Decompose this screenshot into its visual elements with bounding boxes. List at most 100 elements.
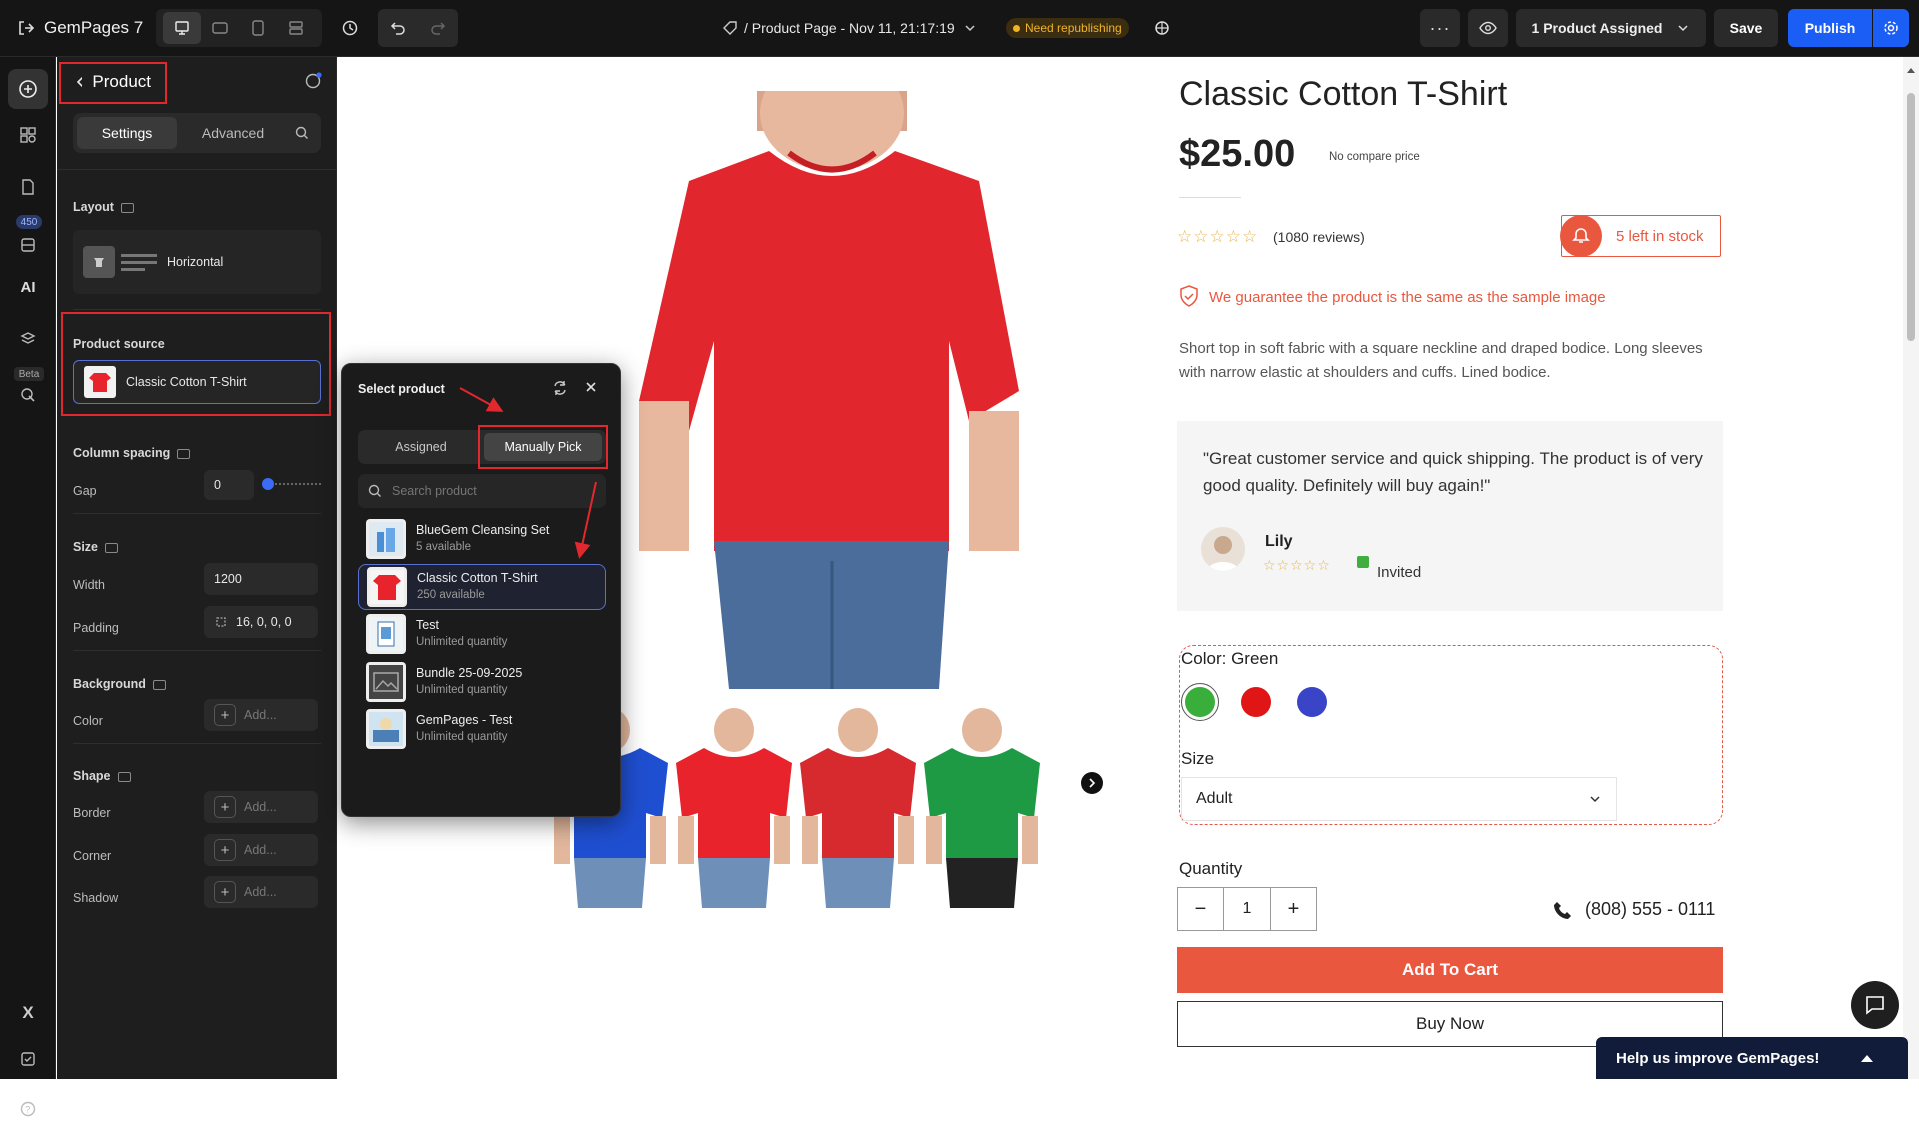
- compare-price: No compare price: [1329, 151, 1420, 163]
- product-thumbnail: [84, 366, 116, 398]
- background-label: Background: [73, 677, 166, 691]
- product-list-item[interactable]: GemPages - Test Unlimited quantity: [358, 706, 606, 752]
- width-label: Width: [73, 578, 105, 592]
- feedback-bar[interactable]: Help us improve GemPages!: [1596, 1037, 1908, 1079]
- search-product-field[interactable]: [358, 474, 606, 508]
- panel-title: Product: [92, 72, 151, 91]
- desktop-view-icon[interactable]: [163, 12, 201, 44]
- add-to-cart-button[interactable]: Add To Cart: [1177, 947, 1723, 993]
- chevron-up-icon: [1861, 1055, 1873, 1062]
- width-input[interactable]: 1200: [204, 563, 318, 595]
- pointer-icon[interactable]: [16, 383, 40, 407]
- back-button[interactable]: Product: [65, 65, 151, 99]
- color-swatch[interactable]: [1181, 683, 1219, 721]
- color-swatch[interactable]: [1293, 683, 1331, 721]
- layout-selector[interactable]: Horizontal: [73, 230, 321, 294]
- border-add[interactable]: + Add...: [204, 791, 318, 823]
- help-icon[interactable]: ?: [16, 1097, 40, 1121]
- tablet-landscape-icon[interactable]: [201, 12, 239, 44]
- phone-number: (808) 555 - 0111: [1585, 899, 1716, 919]
- tab-manually-pick[interactable]: Manually Pick: [484, 433, 602, 461]
- rail-badge: 450: [16, 215, 42, 229]
- quantity-increase-button[interactable]: +: [1270, 888, 1316, 930]
- publish-button[interactable]: Publish: [1788, 9, 1872, 47]
- shadow-add[interactable]: + Add...: [204, 876, 318, 908]
- save-button[interactable]: Save: [1714, 9, 1778, 47]
- ai-icon[interactable]: AI: [14, 275, 42, 299]
- refresh-icon[interactable]: [552, 380, 568, 399]
- product-name: Bundle 25-09-2025: [416, 665, 523, 680]
- product-thumbnail[interactable]: [674, 708, 794, 908]
- product-list-item[interactable]: Classic Cotton T-Shirt 250 available: [358, 563, 606, 610]
- search-icon[interactable]: [295, 126, 309, 140]
- layout-label: Layout: [73, 200, 134, 214]
- responsive-view-icon[interactable]: [277, 12, 315, 44]
- checklist-icon[interactable]: [16, 1047, 40, 1071]
- product-source-picker[interactable]: Classic Cotton T-Shirt: [73, 360, 321, 404]
- size-select[interactable]: Adult: [1181, 777, 1617, 821]
- main-product-image[interactable]: [619, 91, 1039, 689]
- gap-slider-handle[interactable]: [262, 478, 274, 490]
- mobile-view-icon[interactable]: [239, 12, 277, 44]
- tab-settings[interactable]: Settings: [77, 117, 177, 149]
- element-help-icon[interactable]: [301, 69, 325, 93]
- add-element-icon[interactable]: [8, 69, 48, 109]
- quantity-value[interactable]: 1: [1224, 888, 1270, 930]
- product-name: Test: [416, 618, 439, 632]
- quantity-label: Quantity: [1179, 859, 1243, 878]
- undo-icon[interactable]: [378, 9, 418, 47]
- sync-icon[interactable]: [1150, 16, 1174, 40]
- product-source-label: Product source: [73, 337, 165, 351]
- pages-icon[interactable]: [16, 175, 40, 199]
- scrollbar-thumb[interactable]: [1907, 93, 1915, 341]
- product-thumbnail[interactable]: [798, 708, 918, 908]
- republish-badge: Need republishing: [1006, 18, 1129, 38]
- border-label: Border: [73, 806, 111, 820]
- product-availability: 5 available: [416, 541, 471, 553]
- plus-icon: +: [214, 839, 236, 861]
- corner-add[interactable]: + Add...: [204, 834, 318, 866]
- product-thumbnail[interactable]: [922, 708, 1042, 908]
- testimonial-quote: "Great customer service and quick shippi…: [1203, 449, 1703, 495]
- close-icon[interactable]: [584, 380, 598, 397]
- product-list-item[interactable]: BlueGem Cleansing Set 5 available: [358, 516, 606, 562]
- tab-advanced[interactable]: Advanced: [183, 117, 283, 149]
- desktop-icon: [105, 542, 119, 553]
- color-swatch[interactable]: [1237, 683, 1275, 721]
- sections-icon[interactable]: [16, 123, 40, 147]
- quantity-decrease-button[interactable]: −: [1178, 888, 1224, 930]
- size-label: Size: [73, 540, 119, 554]
- redo-icon[interactable]: [418, 9, 458, 47]
- layout-value: Horizontal: [167, 255, 224, 269]
- tab-assigned[interactable]: Assigned: [362, 433, 480, 461]
- bell-icon: [1560, 215, 1602, 257]
- padding-input[interactable]: 16, 0, 0, 0: [204, 606, 318, 638]
- search-product-input[interactable]: [392, 484, 582, 498]
- chevron-left-icon: [76, 76, 83, 88]
- publish-settings-icon[interactable]: [1873, 9, 1909, 47]
- exit-icon[interactable]: [14, 16, 38, 40]
- preview-icon[interactable]: [1468, 9, 1508, 47]
- review-count: (1080 reviews): [1273, 229, 1365, 245]
- desktop-icon: [117, 771, 131, 782]
- layers-icon[interactable]: [16, 327, 40, 351]
- scroll-up-icon[interactable]: [1907, 61, 1915, 73]
- shield-icon: [1179, 285, 1199, 310]
- x-social-icon[interactable]: X: [16, 1001, 40, 1025]
- padding-value: 16, 0, 0, 0: [236, 615, 292, 629]
- size-value: Adult: [1196, 790, 1233, 807]
- apps-icon[interactable]: [16, 233, 40, 257]
- gap-input[interactable]: 0: [204, 470, 254, 500]
- carousel-next-icon[interactable]: [1081, 772, 1103, 794]
- product-description: Short top in soft fabric with a square n…: [1179, 340, 1703, 381]
- background-color-add[interactable]: + Add...: [204, 699, 318, 731]
- product-list-item[interactable]: Test Unlimited quantity: [358, 611, 606, 657]
- page-title-group[interactable]: / Product Page - Nov 11, 21:17:19: [722, 16, 977, 40]
- history-icon[interactable]: [338, 16, 362, 40]
- select-product-popup: Select product Assigned Manually Pick Bl…: [341, 363, 621, 817]
- product-list-item[interactable]: Bundle 25-09-2025 Unlimited quantity: [358, 659, 606, 705]
- product-assigned-dropdown[interactable]: 1 Product Assigned: [1516, 9, 1706, 47]
- chat-bubble-icon[interactable]: [1851, 981, 1899, 1029]
- product-thumbnail: [366, 709, 406, 749]
- more-options-icon[interactable]: ···: [1420, 9, 1460, 47]
